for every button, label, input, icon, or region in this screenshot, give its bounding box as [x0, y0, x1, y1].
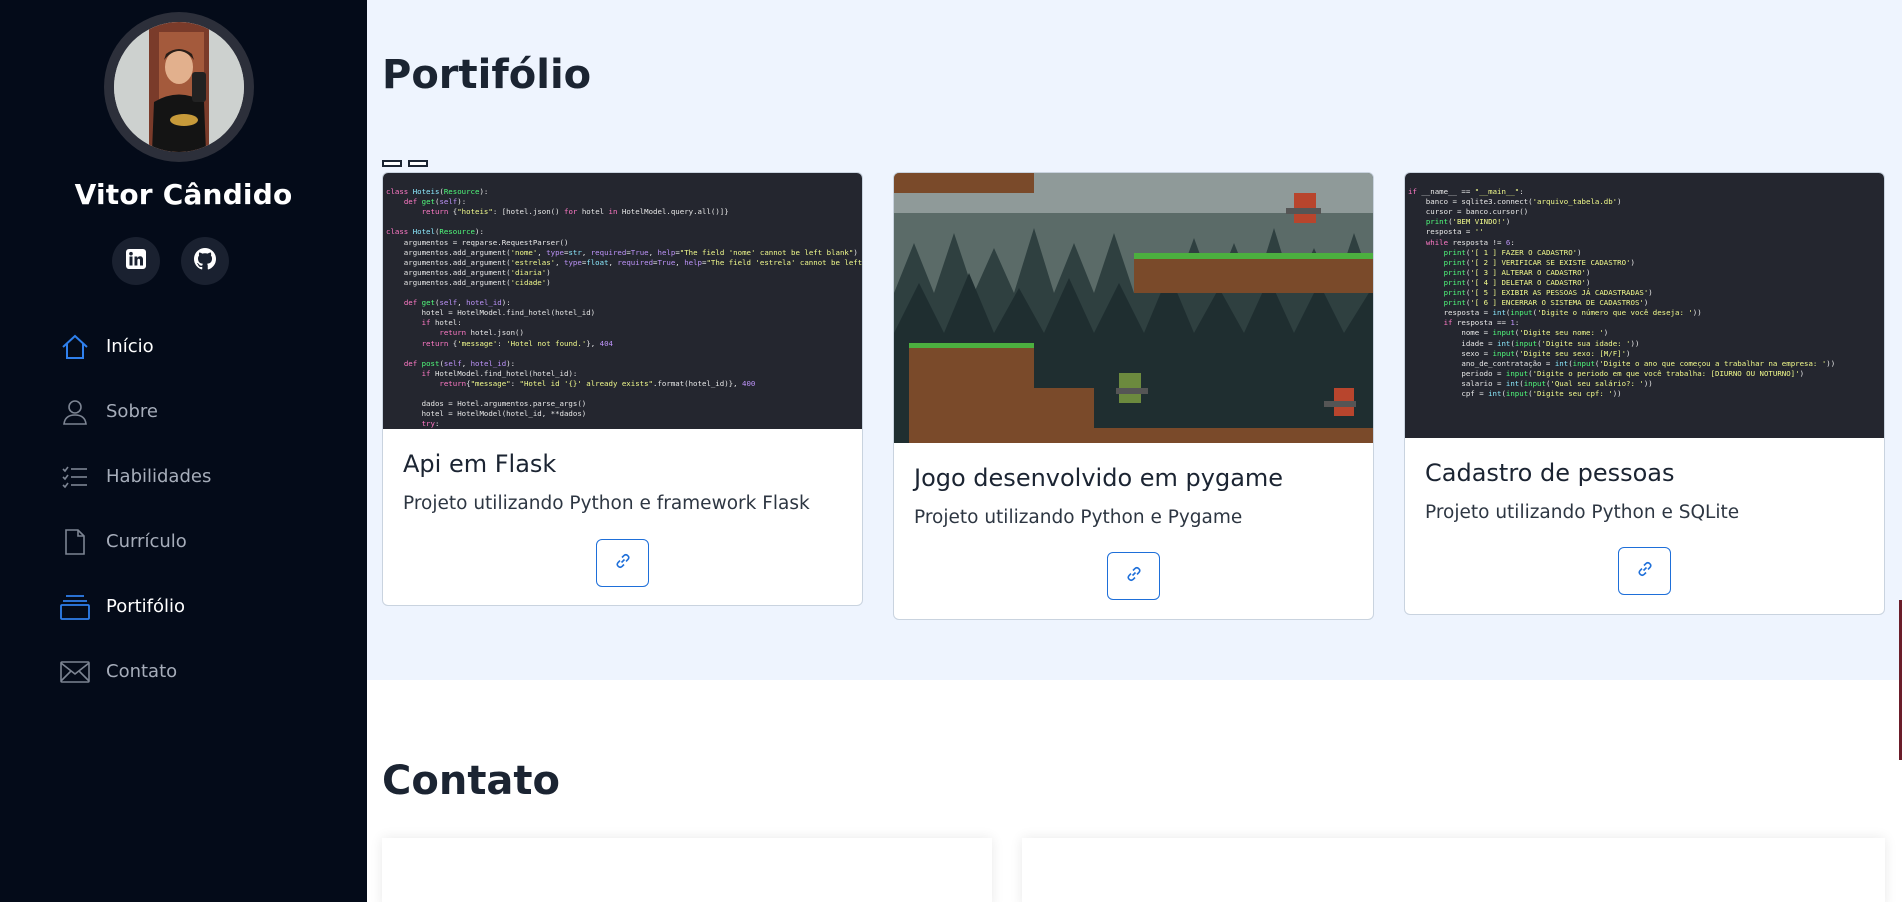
sidebar-item-habilidades[interactable]: Habilidades [0, 444, 367, 509]
sidebar-item-label: Habilidades [106, 466, 212, 487]
slider-dot[interactable] [382, 160, 402, 167]
file-icon [60, 527, 90, 557]
sidebar-item-sobre[interactable]: Sobre [0, 379, 367, 444]
avatar-frame [104, 12, 254, 162]
project-title: Cadastro de pessoas [1425, 459, 1675, 487]
github-icon [194, 248, 216, 274]
slider-dot[interactable] [408, 160, 428, 167]
github-button[interactable] [181, 237, 229, 285]
contact-section: Contato [367, 680, 1902, 902]
sidebar-item-label: Contato [106, 661, 178, 682]
project-image-pygame [894, 173, 1373, 443]
collection-icon [60, 592, 90, 622]
project-card: class Hoteis(Resource): def get(self): r… [382, 172, 863, 606]
link-icon [1126, 566, 1142, 586]
contact-title: Contato [382, 758, 561, 804]
person-icon [60, 397, 90, 427]
sidebar-item-contato[interactable]: Contato [0, 639, 367, 704]
sidebar-item-curriculo[interactable]: Currículo [0, 509, 367, 574]
portfolio-title: Portifólio [382, 52, 592, 98]
sidebar-item-label: Portifólio [106, 596, 186, 617]
project-title: Api em Flask [403, 450, 557, 478]
project-card: Jogo desenvolvido em pygame Projeto util… [893, 172, 1374, 620]
sidebar-item-portifolio[interactable]: Portifólio [0, 574, 367, 639]
sidebar-nav: Início Sobre Habilidades Currículo Porti… [0, 314, 367, 704]
project-link-button[interactable] [1618, 547, 1671, 595]
sidebar-item-label: Início [106, 336, 154, 357]
sidebar: Vitor Cândido Início Sobre Habilidades C… [0, 0, 367, 902]
sidebar-item-label: Currículo [106, 531, 187, 552]
project-title: Jogo desenvolvido em pygame [914, 464, 1284, 492]
sidebar-item-label: Sobre [106, 401, 158, 422]
project-description: Projeto utilizando Python e Pygame [914, 507, 1243, 528]
list-icon [60, 462, 90, 492]
project-link-button[interactable] [1107, 552, 1160, 600]
project-image-sqlite: if __name__ == "__main__": banco = sqlit… [1405, 173, 1884, 438]
avatar [114, 22, 244, 152]
link-icon [1637, 561, 1653, 581]
portfolio-section: Portifólio class Hoteis(Resource): def g… [367, 0, 1902, 680]
project-image-flask: class Hoteis(Resource): def get(self): r… [383, 173, 862, 429]
linkedin-button[interactable] [112, 237, 160, 285]
sidebar-item-inicio[interactable]: Início [0, 314, 367, 379]
project-link-button[interactable] [596, 539, 649, 587]
project-description: Projeto utilizando Python e framework Fl… [403, 493, 810, 514]
slider-pagination [382, 160, 428, 167]
envelope-icon [60, 657, 90, 687]
linkedin-icon [126, 249, 146, 273]
home-icon [60, 332, 90, 362]
contact-info-box [382, 838, 992, 902]
main-content: Portifólio class Hoteis(Resource): def g… [367, 0, 1902, 902]
link-icon [615, 553, 631, 573]
project-card: if __name__ == "__main__": banco = sqlit… [1404, 172, 1885, 615]
profile-name: Vitor Cândido [74, 178, 293, 211]
contact-form-box [1022, 838, 1885, 902]
project-description: Projeto utilizando Python e SQLite [1425, 502, 1740, 523]
